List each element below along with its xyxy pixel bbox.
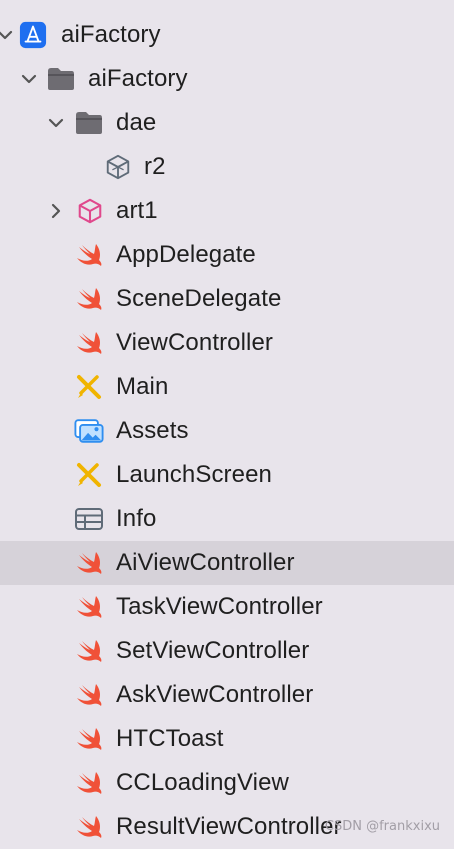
navigator-row-taskviewcontroller[interactable]: TaskViewController xyxy=(0,585,454,629)
chevron-down-icon[interactable] xyxy=(47,114,65,132)
navigator-item-label: LaunchScreen xyxy=(116,461,272,488)
storyboard-icon xyxy=(77,375,101,399)
swift-icon xyxy=(77,596,102,618)
swift-icon xyxy=(77,816,102,838)
navigator-item-label: ViewController xyxy=(116,329,274,356)
navigator-item-label: AiViewController xyxy=(116,549,295,576)
project-navigator: aiFactory aiFactory dae r2 art1 AppDeleg… xyxy=(0,0,454,842)
navigator-row-htctoast[interactable]: HTCToast xyxy=(0,717,454,761)
navigator-item-label: SetViewController xyxy=(116,637,310,664)
navigator-item-label: aiFactory xyxy=(88,65,188,92)
folder-icon xyxy=(48,68,74,90)
navigator-row-r2[interactable]: r2 xyxy=(0,145,454,189)
navigator-row-setviewcontroller[interactable]: SetViewController xyxy=(0,629,454,673)
storyboard-icon xyxy=(77,463,101,487)
chevron-down-icon[interactable] xyxy=(20,70,38,88)
navigator-item-label: CCLoadingView xyxy=(116,769,289,796)
asset-catalog-icon xyxy=(74,419,104,443)
3d-cube-icon xyxy=(78,198,102,224)
navigator-item-label: art1 xyxy=(116,197,158,224)
navigator-row-viewcontroller[interactable]: ViewController xyxy=(0,321,454,365)
navigator-row-askviewcontroller[interactable]: AskViewController xyxy=(0,673,454,717)
navigator-row-project[interactable]: aiFactory xyxy=(0,13,454,57)
xcode-project-icon xyxy=(19,21,47,49)
swift-icon xyxy=(77,332,102,354)
navigator-row-group[interactable]: aiFactory xyxy=(0,57,454,101)
chevron-down-icon[interactable] xyxy=(0,26,14,44)
navigator-row-aiviewcontroller[interactable]: AiViewController xyxy=(0,541,454,585)
navigator-row-dae[interactable]: dae xyxy=(0,101,454,145)
navigator-item-label: AskViewController xyxy=(116,681,314,708)
navigator-row-scenedelegate[interactable]: SceneDelegate xyxy=(0,277,454,321)
navigator-item-label: Assets xyxy=(116,417,189,444)
3d-model-icon xyxy=(106,154,130,180)
navigator-item-label: AppDelegate xyxy=(116,241,256,268)
navigator-row-launchscreen[interactable]: LaunchScreen xyxy=(0,453,454,497)
navigator-item-label: SceneDelegate xyxy=(116,285,282,312)
swift-icon xyxy=(77,772,102,794)
navigator-row-appdelegate[interactable]: AppDelegate xyxy=(0,233,454,277)
navigator-item-label: TaskViewController xyxy=(116,593,323,620)
navigator-item-label: r2 xyxy=(144,153,166,180)
swift-icon xyxy=(77,728,102,750)
swift-icon xyxy=(77,244,102,266)
swift-icon xyxy=(77,640,102,662)
navigator-row-art1[interactable]: art1 xyxy=(0,189,454,233)
navigator-item-label: dae xyxy=(116,109,157,136)
navigator-item-label: HTCToast xyxy=(116,725,224,752)
chevron-right-icon[interactable] xyxy=(47,202,65,220)
folder-icon xyxy=(76,112,102,134)
plist-table-icon xyxy=(75,508,103,530)
watermark-text: CSDN @frankxixu xyxy=(324,819,440,834)
navigator-row-info[interactable]: Info xyxy=(0,497,454,541)
swift-icon xyxy=(77,552,102,574)
navigator-item-label: aiFactory xyxy=(61,21,161,48)
navigator-row-main[interactable]: Main xyxy=(0,365,454,409)
navigator-row-ccloadingview[interactable]: CCLoadingView xyxy=(0,761,454,805)
navigator-item-label: Info xyxy=(116,505,157,532)
navigator-row-assets[interactable]: Assets xyxy=(0,409,454,453)
swift-icon xyxy=(77,288,102,310)
swift-icon xyxy=(77,684,102,706)
navigator-item-label: Main xyxy=(116,373,169,400)
navigator-item-label: ResultViewController xyxy=(116,813,342,840)
